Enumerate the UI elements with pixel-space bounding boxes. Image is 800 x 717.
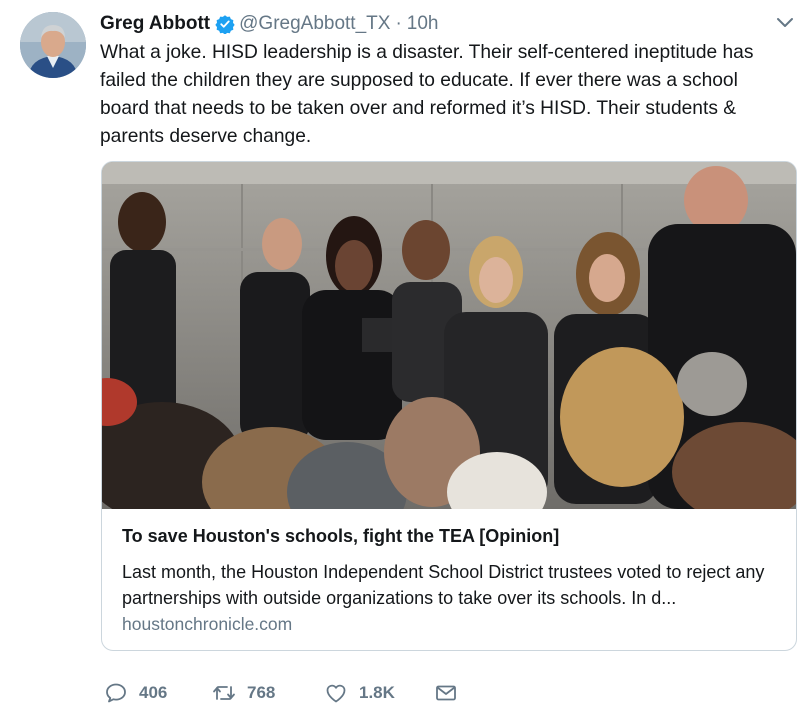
reply-button[interactable]: 406 (104, 680, 167, 706)
card-domain: houstonchronicle.com (122, 614, 293, 634)
tweet-timestamp[interactable]: 10h (407, 13, 439, 35)
direct-message-button[interactable] (434, 680, 458, 706)
retweet-button[interactable]: 768 (212, 680, 275, 706)
author-name[interactable]: Greg Abbott (100, 13, 210, 35)
tweet-header: Greg Abbott @GregAbbott_TX · 10h (100, 11, 438, 37)
retweet-count: 768 (247, 683, 276, 702)
tweet: Greg Abbott @GregAbbott_TX · 10h What a … (0, 0, 800, 717)
link-card[interactable]: To save Houston's schools, fight the TEA… (101, 161, 797, 651)
avatar-photo (20, 12, 86, 78)
like-icon (326, 684, 346, 703)
author-handle[interactable]: @GregAbbott_TX (239, 13, 390, 35)
card-image[interactable] (102, 162, 796, 509)
like-count: 1.8K (359, 683, 395, 702)
verified-badge-icon (215, 15, 235, 34)
chevron-down-icon[interactable] (774, 15, 796, 31)
card-description: Last month, the Houston Independent Scho… (122, 562, 765, 608)
reply-count: 406 (139, 683, 168, 702)
tweet-text: What a joke. HISD leadership is a disast… (100, 42, 754, 147)
retweet-icon (213, 686, 235, 700)
reply-icon (106, 683, 126, 703)
card-title[interactable]: To save Houston's schools, fight the TEA… (122, 526, 559, 547)
card-photo (102, 162, 796, 509)
avatar[interactable] (20, 12, 86, 78)
like-button[interactable]: 1.8K (324, 680, 395, 706)
message-icon (436, 685, 456, 701)
header-separator: · (395, 13, 402, 34)
